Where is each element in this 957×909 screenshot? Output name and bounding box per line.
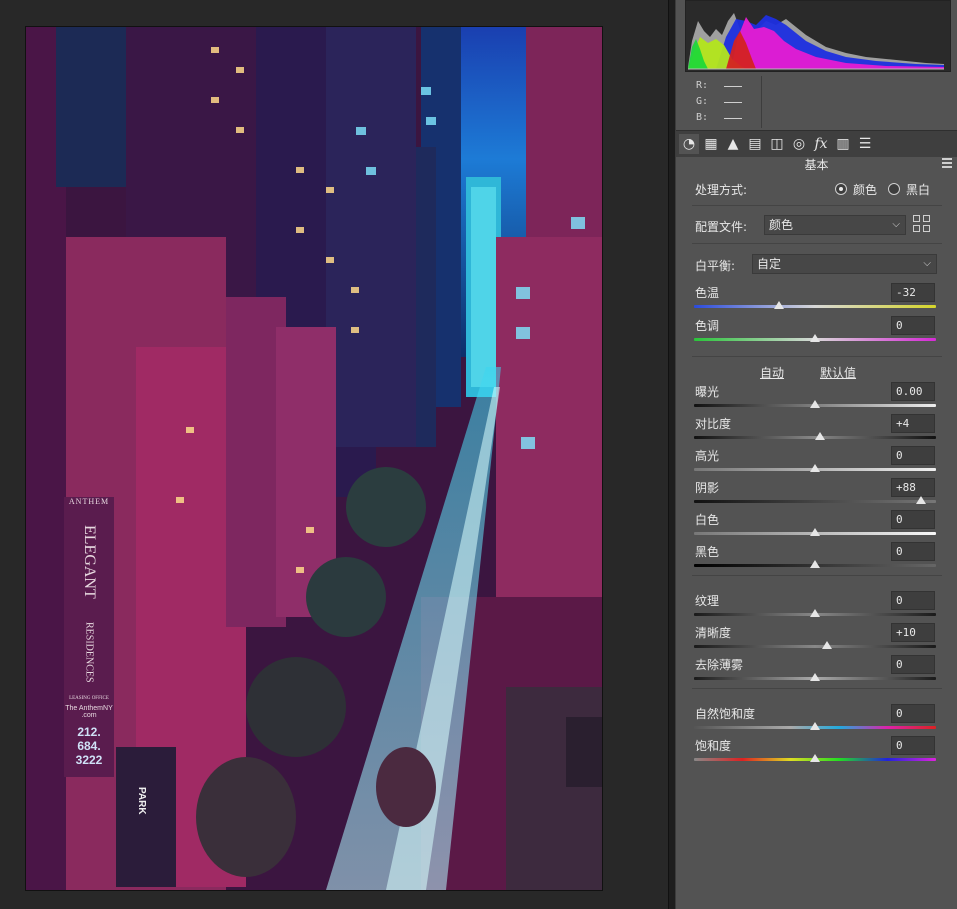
white-balance-label: 白平衡:	[695, 259, 736, 273]
temp-slider-thumb[interactable]	[773, 301, 784, 309]
treatment-bw-label[interactable]: 黑白	[906, 181, 930, 198]
profile-value: 颜色	[769, 218, 794, 232]
sign-web: The AnthemNY .com	[65, 705, 113, 719]
dehaze-slider-thumb[interactable]	[810, 673, 820, 681]
blacks-value-field[interactable]: 0	[891, 542, 935, 561]
highlights-value-field[interactable]: 0	[891, 446, 935, 465]
panel-tabs: ◔ ▦ ▲ ▤ ◫ ◎ fx ▥ ☰	[676, 130, 957, 157]
shadows-label: 阴影	[695, 481, 720, 495]
saturation-slider-thumb[interactable]	[810, 754, 820, 762]
panel-separator	[692, 575, 942, 576]
rgb-readout: R: G: B:	[696, 78, 742, 126]
clarity-value-field[interactable]: +10	[891, 623, 935, 642]
highlights-label: 高光	[695, 449, 720, 463]
panel-separator	[692, 356, 942, 357]
clarity-label: 清晰度	[695, 626, 732, 640]
texture-slider-thumb[interactable]	[810, 609, 820, 617]
sign-residences: RESIDENCES	[83, 621, 95, 683]
rgb-r: R:	[696, 78, 742, 94]
contrast-value-field[interactable]: +4	[891, 414, 935, 433]
default-link[interactable]: 默认值	[820, 364, 856, 381]
temp-label: 色温	[695, 286, 720, 300]
highlights-slider-thumb[interactable]	[810, 464, 820, 472]
adjustment-panel: R: G: B: ◔ ▦ ▲ ▤ ◫ ◎ fx ▥ ☰ 基本 处理方式: 颜色 …	[676, 0, 957, 909]
building-sign: ANTHEM ELEGANT RESIDENCES LEASING OFFICE…	[64, 497, 114, 767]
auto-link[interactable]: 自动	[760, 364, 784, 381]
tint-value-field[interactable]: 0	[891, 316, 935, 335]
clarity-slider-thumb[interactable]	[822, 641, 833, 649]
shadows-slider-thumb[interactable]	[916, 496, 927, 504]
tint-label: 色调	[695, 319, 720, 333]
saturation-label: 饱和度	[695, 739, 732, 753]
vibrance-value-field[interactable]: 0	[891, 704, 935, 723]
contrast-label: 对比度	[695, 417, 732, 431]
temp-slider-track[interactable]	[694, 305, 936, 308]
profile-browser-icon[interactable]	[913, 215, 933, 235]
saturation-value-field[interactable]: 0	[891, 736, 935, 755]
image-canvas: ANTHEM ELEGANT RESIDENCES LEASING OFFICE…	[0, 0, 668, 909]
tint-slider-thumb[interactable]	[810, 334, 820, 342]
contrast-slider-thumb[interactable]	[814, 432, 825, 440]
exposure-slider-thumb[interactable]	[810, 400, 820, 408]
texture-label: 纹理	[695, 594, 720, 608]
section-title: 基本	[804, 158, 829, 172]
presets-tab-icon[interactable]: ☰	[855, 134, 875, 154]
treatment-color-radio[interactable]	[835, 183, 847, 195]
exposure-label: 曝光	[695, 385, 720, 399]
treatment-color-label[interactable]: 颜色	[853, 181, 877, 198]
sign-brand: ANTHEM	[68, 497, 110, 506]
whites-label: 白色	[695, 513, 720, 527]
split-toning-tab-icon[interactable]: ◫	[767, 134, 787, 154]
blacks-slider-thumb[interactable]	[810, 560, 820, 568]
sign-leasing: LEASING OFFICE	[69, 696, 109, 701]
whites-slider-thumb[interactable]	[810, 528, 820, 536]
sign-elegant: ELEGANT	[81, 525, 98, 599]
shadows-value-field[interactable]: +88	[891, 478, 935, 497]
treatment-label: 处理方式:	[695, 183, 748, 197]
histogram-graph	[686, 1, 950, 71]
tone-curve-tab-icon[interactable]: ▦	[701, 134, 721, 154]
shadows-slider-track[interactable]	[694, 500, 936, 503]
basic-tab-icon[interactable]: ◔	[679, 134, 699, 154]
vibrance-slider-thumb[interactable]	[810, 722, 820, 730]
texture-value-field[interactable]: 0	[891, 591, 935, 610]
clarity-slider-track[interactable]	[694, 645, 936, 648]
rgb-g: G:	[696, 94, 742, 110]
exposure-value-field[interactable]: 0.00	[891, 382, 935, 401]
dehaze-value-field[interactable]: 0	[891, 655, 935, 674]
rgb-b: B:	[696, 110, 742, 126]
vibrance-label: 自然饱和度	[695, 707, 756, 721]
profile-label: 配置文件:	[695, 220, 748, 234]
temp-value-field[interactable]: -32	[891, 283, 935, 302]
white-balance-value: 自定	[757, 257, 782, 271]
lens-tab-icon[interactable]: ◎	[789, 134, 809, 154]
photo-preview: ANTHEM ELEGANT RESIDENCES LEASING OFFICE…	[25, 26, 603, 891]
whites-value-field[interactable]: 0	[891, 510, 935, 529]
calibration-tab-icon[interactable]: ▥	[833, 134, 853, 154]
histogram	[685, 0, 951, 72]
effects-tab-icon[interactable]: fx	[811, 134, 831, 154]
panel-separator	[692, 688, 942, 689]
sign-phone: 212. 684. 3222	[75, 725, 103, 767]
chevron-down-icon: ⌵	[923, 258, 931, 269]
profile-select[interactable]: 颜色 ⌵	[764, 215, 906, 235]
park-sign: PARK	[136, 787, 147, 815]
panel-divider[interactable]	[668, 0, 676, 909]
treatment-bw-radio[interactable]	[888, 183, 900, 195]
blacks-label: 黑色	[695, 545, 720, 559]
dehaze-label: 去除薄雾	[695, 658, 744, 672]
white-balance-select[interactable]: 自定 ⌵	[752, 254, 937, 274]
chevron-down-icon: ⌵	[892, 219, 900, 230]
detail-tab-icon[interactable]: ▲	[723, 134, 743, 154]
hsl-tab-icon[interactable]: ▤	[745, 134, 765, 154]
section-menu-icon[interactable]	[942, 158, 952, 170]
